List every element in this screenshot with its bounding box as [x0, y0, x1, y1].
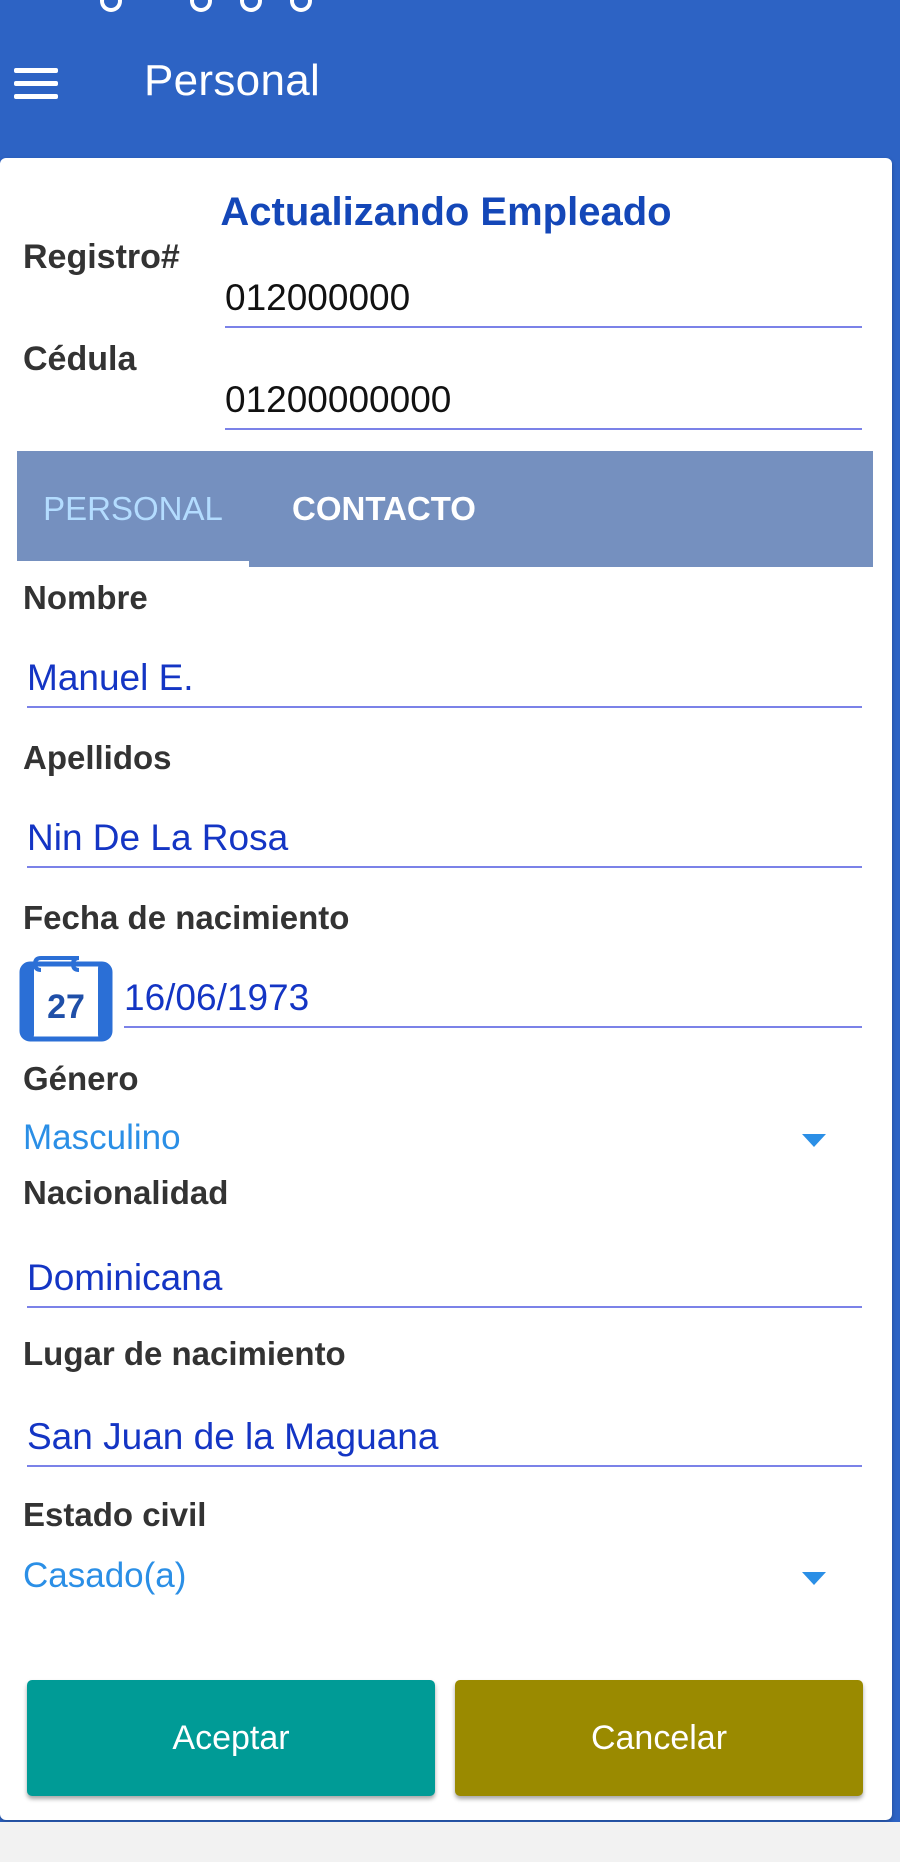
genero-value: Masculino [23, 1118, 181, 1157]
form-title: Actualizando Empleado [220, 190, 672, 234]
estado-civil-select[interactable]: Casado(a) [23, 1552, 862, 1602]
dropdown-arrow-icon [802, 1134, 826, 1147]
registro-label: Registro# [23, 238, 180, 276]
registro-input[interactable] [225, 270, 862, 328]
status-bar-icons [100, 0, 360, 12]
dropdown-arrow-icon [802, 1572, 826, 1585]
app-bar: Personal [0, 0, 900, 160]
nacionalidad-label: Nacionalidad [23, 1174, 229, 1211]
tab-personal[interactable]: PERSONAL [17, 451, 249, 567]
apellidos-input[interactable] [27, 810, 862, 868]
bottom-background [0, 1822, 900, 1862]
nacionalidad-input[interactable] [27, 1250, 862, 1308]
hamburger-menu-icon[interactable] [12, 64, 60, 102]
nombre-input[interactable] [27, 650, 862, 708]
cedula-input[interactable] [225, 372, 862, 430]
app-bar-title: Personal [144, 56, 321, 105]
apellidos-label: Apellidos [23, 739, 172, 776]
calendar-icon[interactable]: 27 [19, 954, 113, 1042]
estado-civil-value: Casado(a) [23, 1556, 187, 1595]
fecha-nacimiento-input[interactable] [124, 970, 862, 1028]
cancel-button[interactable]: Cancelar [455, 1680, 863, 1796]
fecha-nacimiento-label: Fecha de nacimiento [23, 899, 350, 936]
tab-bar: PERSONAL CONTACTO [17, 451, 873, 567]
nombre-label: Nombre [23, 579, 148, 616]
cedula-label: Cédula [23, 340, 137, 378]
genero-label: Género [23, 1060, 139, 1097]
calendar-day-text: 27 [47, 988, 85, 1026]
estado-civil-label: Estado civil [23, 1496, 207, 1533]
genero-select[interactable]: Masculino [23, 1114, 862, 1164]
accept-button[interactable]: Aceptar [27, 1680, 435, 1796]
tab-contacto[interactable]: CONTACTO [249, 451, 519, 567]
employee-form-card: Actualizando Empleado Registro# Cédula P… [0, 158, 892, 1820]
lugar-nacimiento-label: Lugar de nacimiento [23, 1335, 346, 1372]
lugar-nacimiento-input[interactable] [27, 1409, 862, 1467]
